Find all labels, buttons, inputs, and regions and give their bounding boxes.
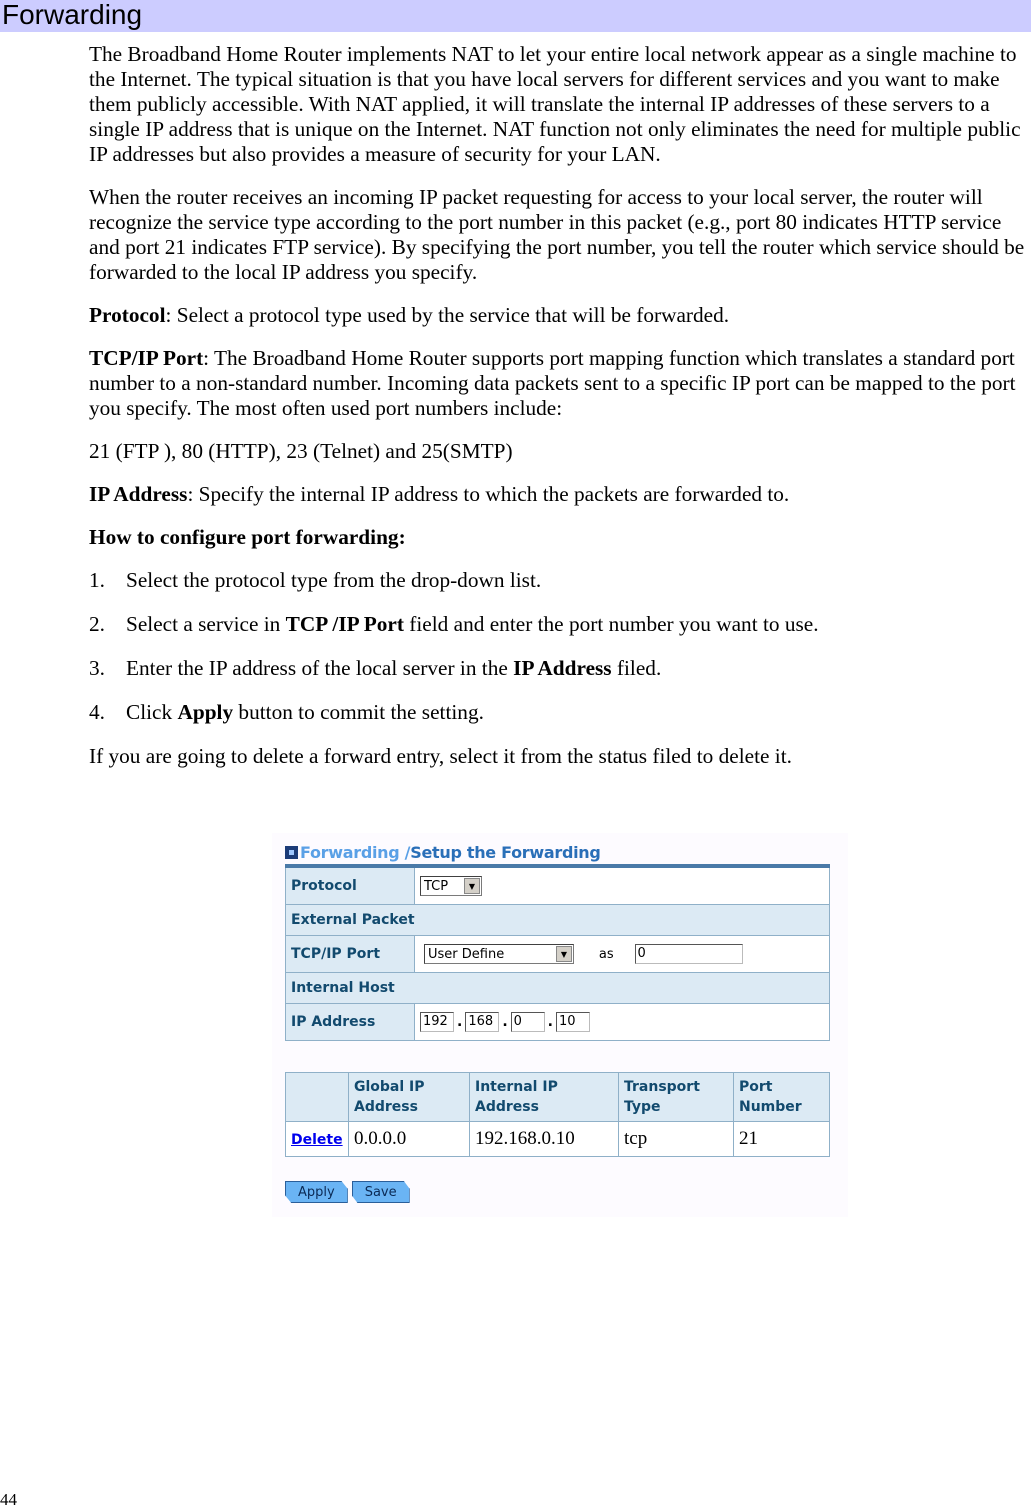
column-header-global-ip: Global IP Address xyxy=(348,1072,470,1122)
action-buttons: Apply Save xyxy=(285,1181,410,1203)
step-number: 2. xyxy=(89,612,105,636)
page-tab-icon xyxy=(285,846,298,859)
ip-separator: . xyxy=(547,1014,553,1030)
cell-global-ip: 0.0.0.0 xyxy=(348,1121,470,1157)
step-text: Select a service in xyxy=(126,612,286,636)
external-packet-heading: External Packet xyxy=(285,904,830,936)
column-header-transport: Transport Type xyxy=(618,1072,734,1122)
title-breadcrumb: Forwarding / xyxy=(300,843,411,862)
protocol-term: Protocol xyxy=(89,303,166,327)
protocol-paragraph: Protocol: Select a protocol type used by… xyxy=(89,303,1031,328)
ip-label: IP Address xyxy=(285,1003,415,1041)
step-item: 4. Click Apply button to commit the setti… xyxy=(89,700,1031,725)
ip-paragraph: IP Address: Specify the internal IP addr… xyxy=(89,482,1031,507)
step-item: 1. Select the protocol type from the drop… xyxy=(89,568,1031,593)
step-text-post: button to commit the setting. xyxy=(233,700,484,724)
delete-note: If you are going to delete a forward ent… xyxy=(89,744,792,768)
port-label: TCP/IP Port xyxy=(285,935,415,973)
service-select-value: User Define xyxy=(428,946,505,962)
chevron-down-icon: ▼ xyxy=(556,946,572,962)
port-paragraph: TCP/IP Port: The Broadband Home Router s… xyxy=(89,346,1031,421)
cell-port: 21 xyxy=(733,1121,830,1157)
internal-host-row: Internal Host xyxy=(285,972,830,1004)
apply-button[interactable]: Apply xyxy=(285,1181,348,1203)
table-header-row: Global IP Address Internal IP Address Tr… xyxy=(285,1072,830,1122)
column-header-port: Port Number xyxy=(733,1072,830,1122)
save-button[interactable]: Save xyxy=(351,1181,410,1203)
ip-desc: : Specify the internal IP address to whi… xyxy=(187,482,790,506)
ip-octet-2-input[interactable]: 168 xyxy=(465,1012,500,1032)
internal-host-heading: Internal Host xyxy=(285,972,830,1004)
packet-paragraph: When the router receives an incoming IP … xyxy=(89,185,1025,284)
column-header-internal-ip: Internal IP Address xyxy=(469,1072,619,1122)
title-page: Setup the Forwarding xyxy=(410,843,601,862)
protocol-select[interactable]: TCP ▼ xyxy=(420,876,482,896)
router-ui-screenshot: Forwarding / Setup the Forwarding Protoc… xyxy=(272,833,848,1217)
port-row: TCP/IP Port User Define ▼ as 0 xyxy=(285,935,830,973)
step-number: 3. xyxy=(89,656,105,680)
ip-separator: . xyxy=(502,1014,508,1030)
step-bold: Apply xyxy=(177,700,234,724)
section-heading-bar: Forwarding xyxy=(0,0,1031,32)
ports-list: 21 (FTP ), 80 (HTTP), 23 (Telnet) and 25… xyxy=(89,439,513,463)
port-number-input[interactable]: 0 xyxy=(634,944,743,964)
delete-link[interactable]: Delete xyxy=(291,1132,343,1148)
external-packet-row: External Packet xyxy=(285,904,830,936)
protocol-select-value: TCP xyxy=(424,878,449,894)
step-text: Click xyxy=(126,700,178,724)
document-body: The Broadband Home Router implements NAT… xyxy=(89,42,1031,787)
chevron-down-icon: ▼ xyxy=(464,878,480,894)
column-header-action xyxy=(285,1072,349,1122)
cell-internal-ip: 192.168.0.10 xyxy=(469,1121,619,1157)
forwarding-form: Protocol TCP ▼ External Packet TCP/IP Po… xyxy=(285,864,830,1041)
port-desc: : The Broadband Home Router supports por… xyxy=(89,346,1016,420)
service-select[interactable]: User Define ▼ xyxy=(424,944,574,964)
ip-separator: . xyxy=(457,1014,463,1030)
step-number: 1. xyxy=(89,568,105,592)
forwarding-entries-table: Global IP Address Internal IP Address Tr… xyxy=(285,1072,830,1157)
step-item: 3. Enter the IP address of the local serv… xyxy=(89,656,1031,681)
step-text: Select the protocol type from the drop-d… xyxy=(126,568,542,592)
ip-octet-4-input[interactable]: 10 xyxy=(555,1012,590,1032)
ip-octet-3-input[interactable]: 0 xyxy=(510,1012,545,1032)
step-bold: IP Address xyxy=(513,656,612,680)
howto-heading: How to configure port forwarding: xyxy=(89,525,1031,550)
protocol-desc: : Select a protocol type used by the ser… xyxy=(165,303,730,327)
step-text: Enter the IP address of the local server… xyxy=(126,656,514,680)
step-text-post: field and enter the port number you want… xyxy=(403,612,819,636)
ip-term: IP Address xyxy=(89,482,188,506)
step-bold: TCP /IP Port xyxy=(285,612,404,636)
step-text-post: filed. xyxy=(611,656,662,680)
screenshot-title: Forwarding / Setup the Forwarding xyxy=(285,843,601,862)
howto-heading-text: How to configure port forwarding: xyxy=(89,525,406,549)
section-heading: Forwarding xyxy=(2,0,143,30)
ip-octet-1-input[interactable]: 192 xyxy=(420,1012,454,1032)
as-label: as xyxy=(598,947,614,962)
protocol-row: Protocol TCP ▼ xyxy=(285,865,830,905)
protocol-label: Protocol xyxy=(285,865,415,905)
intro-paragraph: The Broadband Home Router implements NAT… xyxy=(89,42,1021,166)
steps-list: 1. Select the protocol type from the drop… xyxy=(89,568,1031,725)
page-number: 44 xyxy=(0,1490,17,1509)
port-term: TCP/IP Port xyxy=(89,346,204,370)
step-item: 2. Select a service in TCP /IP Port field… xyxy=(89,612,1031,637)
ip-row: IP Address 192. 168. 0. 10 xyxy=(285,1003,830,1041)
step-number: 4. xyxy=(89,700,105,724)
cell-transport: tcp xyxy=(618,1121,734,1157)
table-row: Delete 0.0.0.0 192.168.0.10 tcp 21 xyxy=(285,1121,830,1157)
